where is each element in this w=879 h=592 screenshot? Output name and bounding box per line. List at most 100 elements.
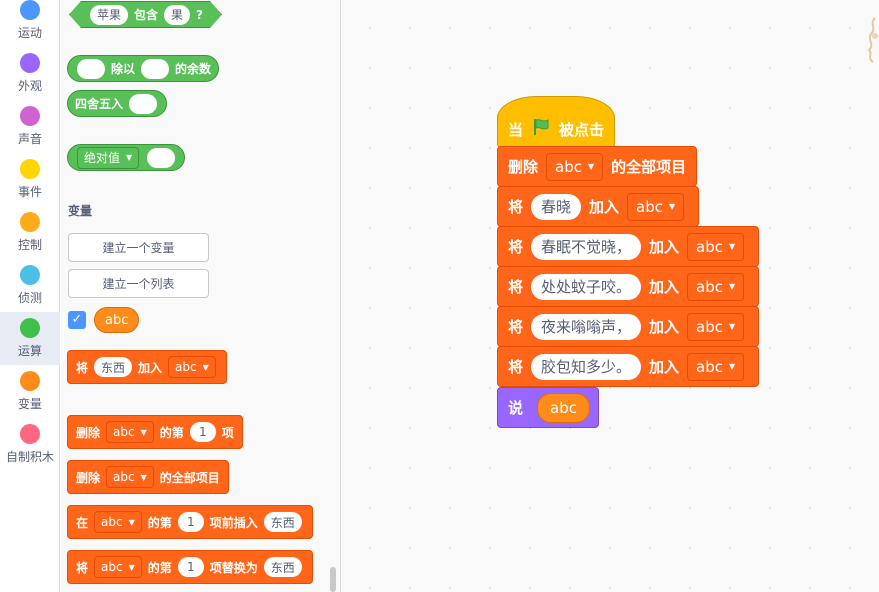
category-variables[interactable]: 变量 [0,371,60,424]
item-input[interactable]: 东西 [94,357,133,377]
motion-dot-icon [20,0,40,20]
events-dot-icon [20,159,40,179]
item-input[interactable]: 夜来嗡嗡声， [531,313,642,340]
category-label: 自制积木 [5,450,54,464]
variable-reporter-abc[interactable]: abc [537,392,590,423]
list-dropdown[interactable]: abc ▼ [94,556,142,578]
delete-all-block[interactable]: 删除 abc ▼ 的全部项目 [67,460,229,494]
contains-block[interactable]: 苹果 包含 果 ? [69,1,222,28]
block-label: 删除 [76,425,101,440]
item-input[interactable]: 春晓 [531,193,582,220]
chevron-down-icon: ▼ [128,517,135,527]
operators-dot-icon [20,318,40,338]
item-input[interactable]: 春眠不觉晓， [531,233,642,260]
block-label: 加入 [649,238,680,256]
add-to-list-block[interactable]: 将 东西 加入 abc ▼ [67,350,227,384]
variable-checkbox[interactable]: ✓ [68,311,86,329]
item-input[interactable]: 东西 [263,557,302,577]
chevron-down-icon: ▼ [128,562,135,572]
dropdown-value: abc [636,197,664,216]
block-label: 删除 [508,158,539,176]
list-dropdown[interactable]: abc ▼ [687,352,745,381]
round-block[interactable]: 四舍五入 [67,90,168,117]
add-to-list-block[interactable]: 将 春晓 加入 abc ▼ [497,186,700,227]
block-label: 将 [508,318,524,336]
block-label: 除以 [111,62,136,76]
number-input[interactable] [147,147,176,168]
index-input[interactable]: 1 [177,557,204,577]
category-label: 声音 [17,132,42,146]
list-dropdown[interactable]: abc ▼ [687,272,745,301]
string-input[interactable]: 苹果 [90,5,128,25]
palette-scrollbar[interactable] [330,567,336,592]
string-input[interactable]: 果 [164,5,190,25]
chevron-down-icon: ▼ [202,362,209,372]
category-sensing[interactable]: 侦测 [0,265,60,318]
delete-item-block[interactable]: 删除 abc ▼ 的第 1 项 [67,415,243,449]
block-label: 四舍五入 [75,97,124,111]
number-input[interactable] [141,58,170,79]
make-variable-button[interactable]: 建立一个变量 [68,233,209,262]
list-dropdown[interactable]: abc ▼ [168,356,216,378]
when-flag-clicked-block[interactable]: 当 被点击 [497,96,616,148]
list-dropdown[interactable]: abc ▼ [627,192,685,221]
insert-at-block[interactable]: 在 abc ▼ 的第 1 项前插入 东西 [67,505,313,539]
category-label: 运算 [17,344,42,358]
script-workspace[interactable]: 当 被点击 删除 abc ▼ 的全部项目 将 春晓 加入 abc ▼ 将 春眠不… [342,0,879,592]
category-motion[interactable]: 运动 [0,0,60,53]
list-dropdown[interactable]: abc ▼ [687,312,745,341]
looks-dot-icon [20,53,40,73]
number-input[interactable] [129,93,158,114]
category-sound[interactable]: 声音 [0,106,60,159]
block-label: 加入 [649,358,680,376]
say-block[interactable]: 说 abc [497,387,599,428]
category-my-blocks[interactable]: 自制积木 [0,424,60,477]
math-function-dropdown[interactable]: 绝对值 ▼ [77,146,140,169]
list-dropdown[interactable]: abc ▼ [687,232,745,261]
category-events[interactable]: 事件 [0,159,60,212]
number-input[interactable] [77,58,105,79]
list-dropdown[interactable]: abc ▼ [106,421,154,443]
add-to-list-block[interactable]: 将 胶包知多少。 加入 abc ▼ [497,346,760,387]
block-label: 将 [508,358,524,376]
replace-item-block[interactable]: 将 abc ▼ 的第 1 项替换为 东西 [67,550,313,584]
variable-reporter-abc[interactable]: abc [94,307,140,333]
item-input[interactable]: 胶包知多少。 [531,353,642,380]
chevron-down-icon: ▼ [729,362,736,371]
category-label: 变量 [17,397,42,411]
item-input[interactable]: 处处蚊子咬。 [531,273,642,300]
index-input[interactable]: 1 [189,422,216,442]
index-input[interactable]: 1 [177,512,204,532]
category-looks[interactable]: 外观 [0,53,60,106]
add-to-list-block[interactable]: 将 夜来嗡嗡声， 加入 abc ▼ [497,306,760,347]
dropdown-value: abc [555,157,582,176]
block-label: 加入 [649,278,680,296]
control-dot-icon [20,212,40,232]
category-operators[interactable]: 运算 [0,312,60,365]
category-menu: 运动 外观 声音 事件 控制 侦测 运算 变量 自制积木 [0,0,60,592]
category-label: 运动 [17,26,42,40]
category-control[interactable]: 控制 [0,212,60,265]
list-dropdown[interactable]: abc ▼ [106,466,154,488]
mod-block[interactable]: 除以 的余数 [67,55,220,82]
block-label: 的第 [159,425,184,440]
dropdown-value: abc [113,425,135,439]
block-label: ? [196,7,203,22]
category-label: 外观 [17,79,42,93]
make-list-button[interactable]: 建立一个列表 [68,269,209,298]
block-label: 的全部项目 [159,470,220,485]
block-label: 的全部项目 [611,158,687,176]
block-label: 的第 [147,515,172,530]
add-to-list-block[interactable]: 将 春眠不觉晓， 加入 abc ▼ [497,226,760,267]
item-input[interactable]: 东西 [263,512,302,532]
list-dropdown[interactable]: abc ▼ [546,152,604,181]
green-flag-icon [531,117,551,141]
abs-block[interactable]: 绝对值 ▼ [67,144,186,171]
dropdown-value: abc [696,277,724,296]
sprite-thumbnail-partial [863,14,879,64]
delete-all-block[interactable]: 删除 abc ▼ 的全部项目 [497,146,698,187]
block-label: 将 [508,278,524,296]
list-dropdown[interactable]: abc ▼ [94,511,142,533]
chevron-down-icon: ▼ [729,322,736,331]
add-to-list-block[interactable]: 将 处处蚊子咬。 加入 abc ▼ [497,266,760,307]
